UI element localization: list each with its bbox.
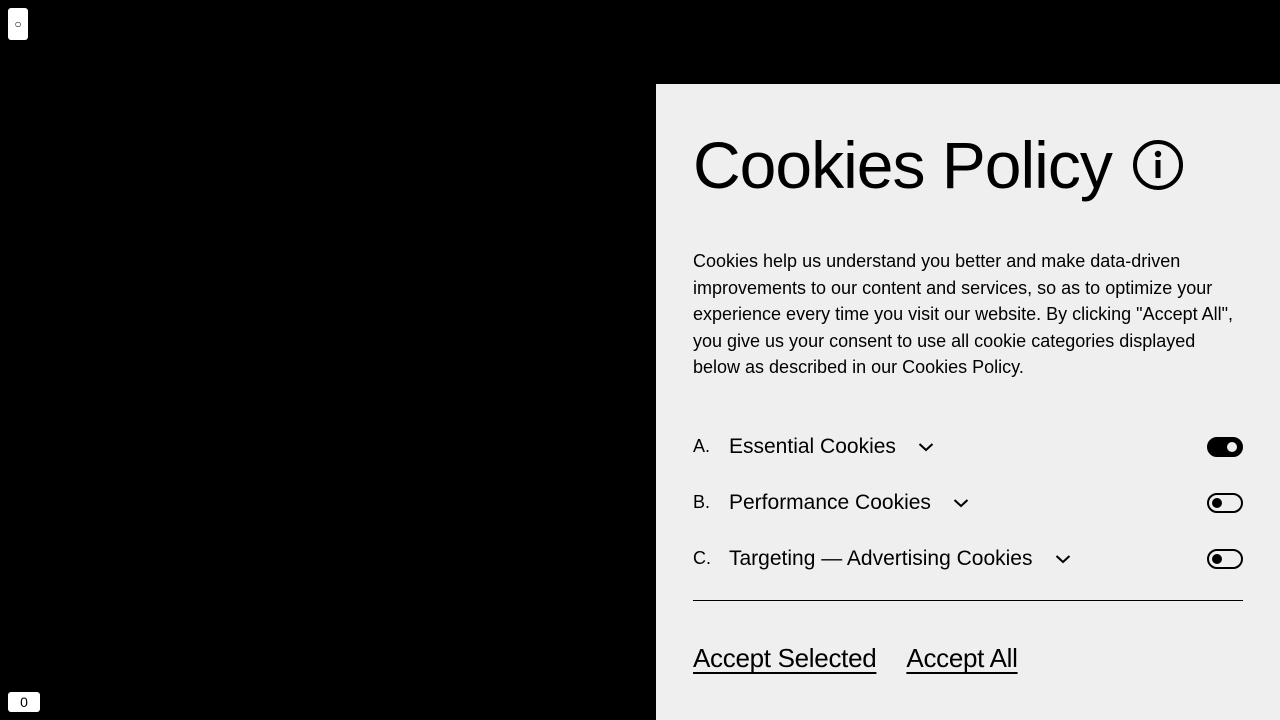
chevron-down-icon[interactable]	[953, 498, 969, 508]
chevron-down-icon[interactable]	[1055, 554, 1071, 564]
toggle-knob	[1227, 441, 1237, 452]
info-icon[interactable]	[1132, 139, 1184, 191]
cookies-panel: Cookies Policy Cookies help us understan…	[656, 84, 1280, 720]
category-letter: C.	[693, 548, 711, 569]
targeting-cookies-toggle[interactable]	[1207, 548, 1243, 569]
bottom-corner-label: 0	[20, 694, 28, 710]
accept-all-button[interactable]: Accept All	[906, 643, 1017, 674]
cookie-category-list: A. Essential Cookies B. Performance Cook…	[693, 419, 1243, 587]
cookie-category-targeting: C. Targeting — Advertising Cookies	[693, 531, 1243, 587]
category-name: Performance Cookies	[729, 490, 931, 514]
cookies-description: Cookies help us understand you better an…	[693, 251, 1233, 378]
title-row: Cookies Policy	[693, 130, 1243, 200]
top-corner-label: ○	[14, 17, 22, 31]
chevron-down-icon[interactable]	[918, 442, 934, 452]
page-title: Cookies Policy	[693, 128, 1113, 202]
category-letter: B.	[693, 492, 711, 513]
cookie-category-performance: B. Performance Cookies	[693, 475, 1243, 531]
toggle-knob	[1212, 553, 1222, 564]
category-name: Essential Cookies	[729, 434, 896, 458]
category-letter: A.	[693, 436, 711, 457]
bottom-corner-badge[interactable]: 0	[8, 692, 40, 712]
essential-cookies-toggle[interactable]	[1207, 436, 1243, 457]
cookie-category-essential: A. Essential Cookies	[693, 419, 1243, 475]
category-name: Targeting — Advertising Cookies	[729, 546, 1033, 570]
top-corner-badge[interactable]: ○	[8, 8, 28, 40]
cookie-actions: Accept Selected Accept All	[693, 643, 1243, 674]
toggle-knob	[1212, 497, 1222, 508]
divider	[693, 599, 1243, 601]
performance-cookies-toggle[interactable]	[1207, 492, 1243, 513]
accept-selected-button[interactable]: Accept Selected	[693, 643, 877, 674]
